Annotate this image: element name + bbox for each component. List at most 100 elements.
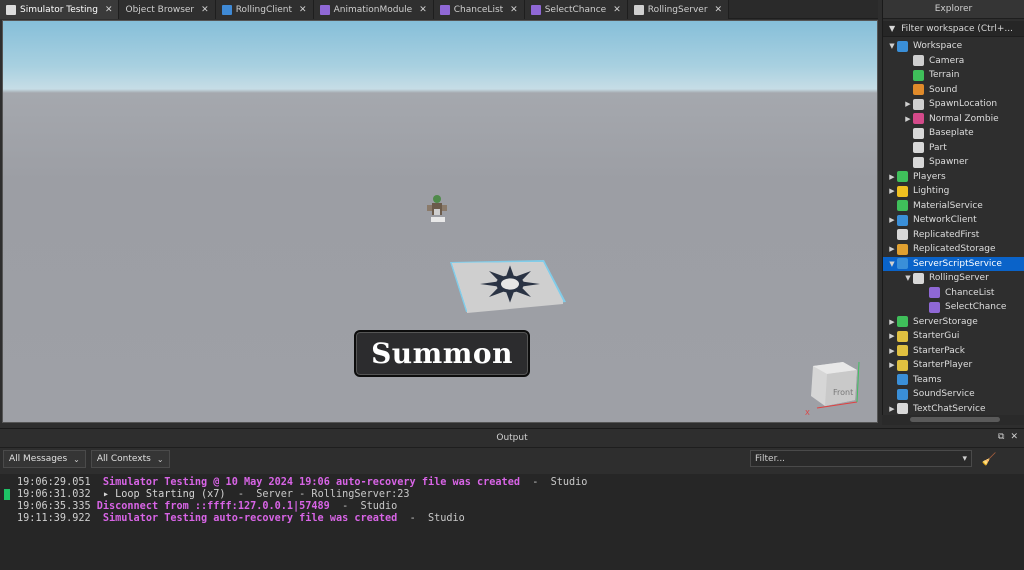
tab-close-icon[interactable]: ✕ (715, 5, 723, 15)
tab-selectchance[interactable]: SelectChance ✕ (524, 0, 628, 19)
explorer-item-chancelist[interactable]: ChanceList (883, 286, 1024, 301)
tab-animationmodule[interactable]: AnimationModule ✕ (313, 0, 434, 19)
log-row[interactable]: 19:11:39.922 Simulator Testing auto-reco… (0, 512, 1024, 524)
log-row[interactable]: 19:06:35.335 Disconnect from ::ffff:127.… (0, 500, 1024, 512)
expand-right-icon[interactable]: ▶ (887, 347, 897, 355)
undock-icon[interactable]: ⧉ (998, 432, 1004, 442)
explorer-item-terrain[interactable]: Terrain (883, 68, 1024, 83)
explorer-item-selectchance[interactable]: SelectChance (883, 300, 1024, 315)
explorer-item-starterplayer[interactable]: ▶ StarterPlayer (883, 358, 1024, 373)
log-row[interactable]: 19:06:31.032 ▸ Loop Starting (x7) - Serv… (0, 488, 1024, 500)
explorer-item-camera[interactable]: Camera (883, 54, 1024, 69)
chevron-down-icon: ⌄ (156, 454, 164, 464)
tab-close-icon[interactable]: ✕ (613, 5, 621, 15)
summon-platform[interactable] (448, 258, 568, 314)
close-icon[interactable]: ✕ (1010, 432, 1018, 442)
expand-right-icon[interactable]: ▶ (887, 361, 897, 369)
log-source: Studio (550, 476, 588, 488)
explorer-item-label: ServerScriptService (913, 258, 1002, 269)
expand-down-icon[interactable]: ▼ (903, 274, 913, 282)
explorer-item-starterpack[interactable]: ▶ StarterPack (883, 344, 1024, 359)
explorer-item-teams[interactable]: Teams (883, 373, 1024, 388)
clear-output-button[interactable]: 🧹 (980, 450, 998, 468)
explorer-item-networkclient[interactable]: ▶ NetworkClient (883, 213, 1024, 228)
expand-right-icon[interactable]: ▶ (887, 187, 897, 195)
tab-chancelist[interactable]: ChanceList ✕ (433, 0, 525, 19)
log-gap (91, 513, 103, 524)
output-log[interactable]: 19:06:29.051 Simulator Testing @ 10 May … (0, 474, 1024, 570)
explorer-filter-input[interactable]: ▼ Filter workspace (Ctrl+... (883, 21, 1024, 37)
explorer-item-label: Sound (929, 84, 958, 95)
tab-label: ChanceList (453, 4, 504, 15)
explorer-item-normal-zombie[interactable]: ▶ Normal Zombie (883, 112, 1024, 127)
log-source: Studio (360, 500, 398, 512)
log-message: Simulator Testing auto-recovery file was… (102, 512, 398, 524)
editor-tab-bar: Simulator Testing ✕ Object Browser ✕ Rolling… (0, 0, 878, 19)
expand-right-icon[interactable]: ▶ (887, 173, 897, 181)
filter-funnel-icon[interactable]: ▼ (889, 24, 895, 33)
log-gap (91, 477, 103, 488)
instance-icon (913, 142, 924, 154)
expand-right-icon[interactable]: ▶ (887, 318, 897, 326)
contexts-filter-dropdown[interactable]: All Contexts ⌄ (90, 450, 170, 468)
explorer-item-replicatedstorage[interactable]: ▶ ReplicatedStorage (883, 242, 1024, 257)
explorer-item-materialservice[interactable]: MaterialService (883, 199, 1024, 214)
explorer-item-serverstorage[interactable]: ▶ ServerStorage (883, 315, 1024, 330)
tab-label: RollingServer (647, 4, 708, 15)
view-cube[interactable]: Front X (803, 358, 861, 416)
expand-right-icon[interactable]: ▶ (887, 405, 897, 413)
messages-filter-dropdown[interactable]: All Messages ⌄ (3, 450, 86, 468)
explorer-item-replicatedfirst[interactable]: ReplicatedFirst (883, 228, 1024, 243)
3d-viewport[interactable]: Summon Front X (2, 20, 878, 423)
explorer-item-soundservice[interactable]: SoundService (883, 387, 1024, 402)
explorer-scroll-thumb[interactable] (910, 417, 1000, 422)
tab-close-icon[interactable]: ✕ (299, 5, 307, 15)
tab-close-icon[interactable]: ✕ (419, 5, 427, 15)
explorer-horizontal-scrollbar[interactable] (882, 415, 1024, 425)
expand-right-icon[interactable]: ▶ (887, 216, 897, 224)
explorer-item-sound[interactable]: Sound (883, 83, 1024, 98)
explorer-item-spawner[interactable]: Spawner (883, 155, 1024, 170)
tab-close-icon[interactable]: ✕ (105, 5, 113, 15)
expand-down-icon[interactable]: ▼ (887, 260, 897, 268)
explorer-item-label: Spawner (929, 157, 969, 168)
tab-close-icon[interactable]: ✕ (201, 5, 209, 15)
instance-icon (897, 359, 908, 371)
log-row[interactable]: 19:06:29.051 Simulator Testing @ 10 May … (0, 476, 1024, 488)
explorer-item-label: ChanceList (945, 287, 995, 298)
tab-object-browser[interactable]: Object Browser ✕ (119, 0, 216, 19)
output-filter-input[interactable]: Filter... ▾ (750, 450, 972, 467)
summon-button[interactable]: Summon (354, 330, 530, 377)
log-timestamp: 19:11:39.922 (17, 512, 91, 524)
explorer-item-spawnlocation[interactable]: ▶ SpawnLocation (883, 97, 1024, 112)
instance-icon (913, 156, 924, 168)
explorer-item-textchatservice[interactable]: ▶ TextChatService (883, 402, 1024, 417)
output-title: Output (496, 433, 528, 443)
explorer-item-baseplate[interactable]: Baseplate (883, 126, 1024, 141)
explorer-item-rollingserver[interactable]: ▼ RollingServer (883, 271, 1024, 286)
explorer-item-lighting[interactable]: ▶ Lighting (883, 184, 1024, 199)
tab-close-icon[interactable]: ✕ (510, 5, 518, 15)
script-icon (633, 4, 644, 15)
log-timestamp: 19:06:29.051 (17, 476, 91, 488)
tab-simulator-testing[interactable]: Simulator Testing ✕ (0, 0, 120, 19)
log-separator: - (519, 476, 551, 488)
instance-icon (929, 301, 940, 313)
log-marker (4, 489, 10, 500)
instance-icon (913, 69, 924, 81)
expand-right-icon[interactable]: ▶ (887, 332, 897, 340)
expand-right-icon[interactable]: ▶ (903, 115, 913, 123)
explorer-item-serverscriptservice[interactable]: ▼ ServerScriptService (883, 256, 1024, 271)
expand-right-icon[interactable]: ▶ (887, 245, 897, 253)
tab-rollingclient[interactable]: RollingClient ✕ (215, 0, 314, 19)
chevron-down-icon[interactable]: ▾ (962, 454, 967, 464)
explorer-item-players[interactable]: ▶ Players (883, 170, 1024, 185)
log-separator: - (397, 512, 428, 524)
explorer-item-startergui[interactable]: ▶ StarterGui (883, 329, 1024, 344)
expand-right-icon[interactable]: ▶ (903, 100, 913, 108)
output-header: Output ⧉ ✕ (0, 429, 1024, 448)
tab-rollingserver[interactable]: RollingServer ✕ (627, 0, 730, 19)
expand-down-icon[interactable]: ▼ (887, 42, 897, 50)
explorer-item-workspace[interactable]: ▼ Workspace (883, 39, 1024, 54)
explorer-item-part[interactable]: Part (883, 141, 1024, 156)
